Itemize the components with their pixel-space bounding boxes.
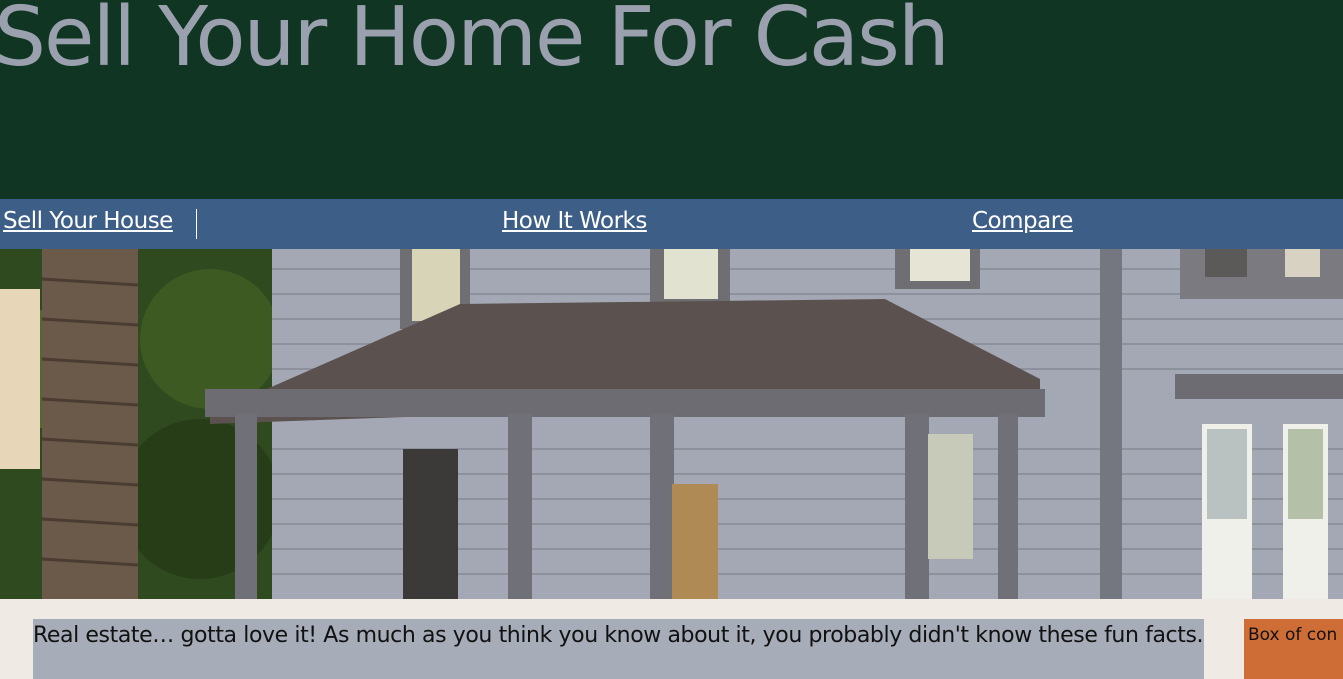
side-box-text: Box of con [1248,625,1338,645]
nav-link-sell-your-house[interactable]: Sell Your House [3,208,173,234]
main-nav: Sell Your House How It Works Compare [0,199,1343,249]
porch-beam [205,389,1045,417]
nav-link-how-it-works[interactable]: How It Works [502,208,647,234]
nav-link-compare[interactable]: Compare [972,208,1073,234]
bay-cornice [1175,374,1343,399]
site-header: Sell Your Home For Cash [0,0,1343,199]
hero-house-image [0,249,1343,599]
foliage-clump [140,269,280,409]
bay-window-pane [1207,429,1247,519]
side-content-box: Box of con [1244,619,1343,679]
porch-window [928,434,973,559]
bay-window-upper [1285,249,1320,277]
intro-text: Real estate… gotta love it! As much as y… [33,623,1204,648]
site-title: Sell Your Home For Cash [0,0,950,85]
corner-trim [1100,249,1122,599]
neighbor-building [0,289,40,469]
bay-window-upper [1205,249,1247,277]
bay-window-pane [1288,429,1323,519]
upper-window [664,249,718,299]
nav-divider [196,209,197,239]
intro-content-box: Real estate… gotta love it! As much as y… [33,619,1204,679]
porch-window [403,449,458,599]
house-illustration [0,249,1343,599]
palm-trunk [42,249,138,599]
front-door [672,484,718,599]
upper-window [910,249,970,281]
